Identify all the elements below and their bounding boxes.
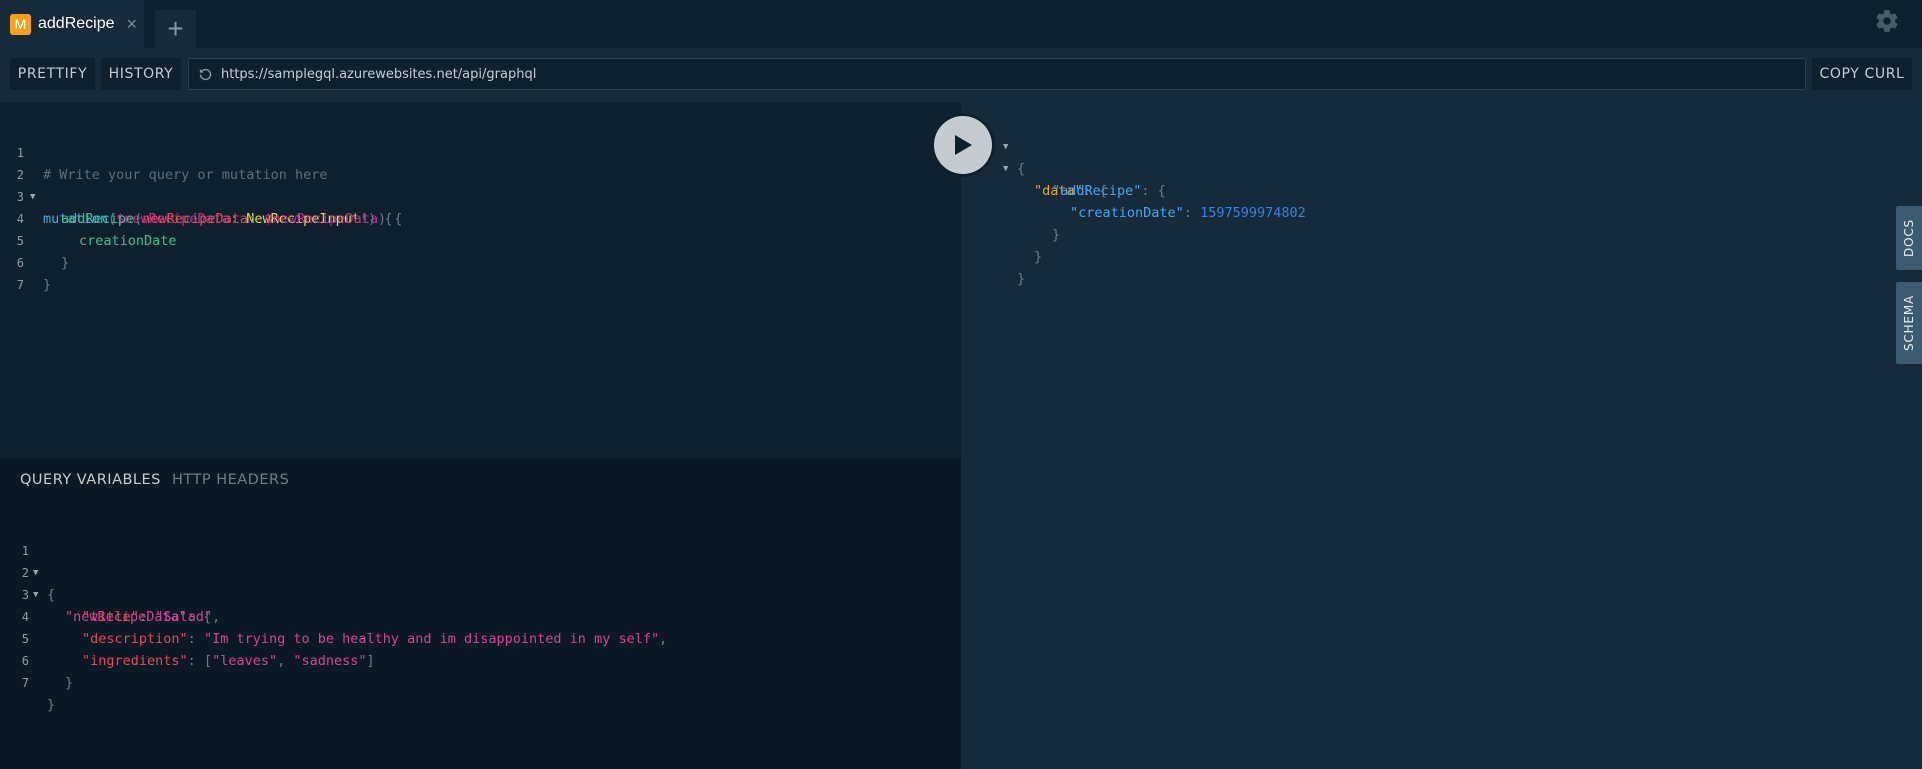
result-code: ▼ { ▼ "data": { "addRecipe": { "creation… [1000, 114, 1306, 287]
code-line: 4 creationDate [0, 186, 940, 249]
code-line: } [1000, 224, 1600, 265]
code-line: ▼ { [1000, 114, 1600, 177]
docs-tab[interactable]: DOCS [1896, 206, 1922, 270]
execute-button-face [934, 116, 992, 174]
reload-icon[interactable] [198, 67, 213, 82]
line-number: 7 [21, 676, 29, 690]
code-punc: } [1017, 271, 1026, 287]
tab-http-headers[interactable]: HTTP HEADERS [172, 472, 289, 488]
code-line: 7 [0, 252, 940, 292]
code-line: 5 "ingredients": ["leaves", "sadness"] [0, 606, 940, 669]
close-icon[interactable]: × [127, 15, 138, 33]
endpoint-url-input[interactable]: https://samplegql.azurewebsites.net/api/… [188, 58, 1806, 90]
add-tab-button[interactable]: + [155, 10, 196, 48]
history-button[interactable]: HISTORY [101, 58, 181, 90]
code-line: 6 } [0, 628, 940, 691]
gear-icon[interactable] [1874, 8, 1900, 34]
tab-addrecipe[interactable]: M addRecipe × [0, 0, 144, 48]
code-line: "creationDate": 1597599974802 [1000, 180, 1600, 221]
code-line: 7 } [0, 650, 940, 713]
prettify-button[interactable]: PRETTIFY [10, 58, 95, 90]
code-line: 3 "title": "Salad", [0, 562, 940, 625]
tab-badge: M [10, 13, 31, 35]
code-line: 1 # Write your query or mutation here [0, 120, 940, 183]
code-line: ▼ "data": { [1000, 136, 1600, 199]
code-punc: } [43, 277, 52, 293]
variables-code[interactable]: 1 ▼ { 2 ▼ "newRecipeData": { 3 "title": … [0, 518, 667, 713]
code-line: } [1000, 246, 1600, 287]
code-line: 1 ▼ { [0, 518, 940, 603]
copy-curl-button[interactable]: COPY CURL [1812, 58, 1912, 90]
tab-bar: M addRecipe × + [0, 0, 1922, 48]
code-line: 4 "description": "Im trying to be health… [0, 584, 940, 647]
code-line: 6 } [0, 230, 940, 293]
code-line: 3 addRecipe(newRecipeData: $newRecipeDat… [0, 164, 940, 227]
toolbar: PRETTIFY HISTORY https://samplegql.azure… [0, 48, 1922, 102]
code-punc: } [65, 675, 74, 691]
schema-tab[interactable]: SCHEMA [1896, 282, 1922, 364]
variables-tabs: QUERY VARIABLES HTTP HEADERS [20, 472, 289, 488]
play-icon [955, 135, 972, 155]
code-punc: } [47, 697, 56, 713]
tab-query-variables[interactable]: QUERY VARIABLES [20, 472, 161, 488]
code-line: 2 ▼ "newRecipeData": { [0, 540, 940, 625]
line-number: 7 [16, 278, 24, 292]
docs-tab-label: DOCS [1902, 219, 1917, 257]
code-line: } [1000, 202, 1600, 243]
endpoint-url: https://samplegql.azurewebsites.net/api/… [221, 66, 537, 82]
query-code[interactable]: 1 # Write your query or mutation here 2 … [0, 120, 403, 293]
tab-title: addRecipe [38, 15, 115, 32]
code-line: 2 ▼ mutation($newRecipeData: NewRecipeIn… [0, 142, 940, 227]
schema-tab-label: SCHEMA [1902, 295, 1916, 351]
execute-query-button[interactable] [931, 113, 995, 177]
code-line: 5 } [0, 208, 940, 271]
code-line: "addRecipe": { [1000, 158, 1600, 199]
